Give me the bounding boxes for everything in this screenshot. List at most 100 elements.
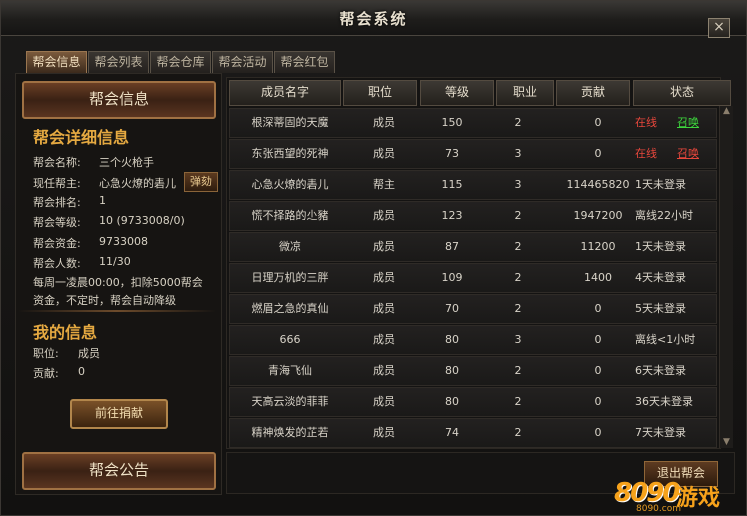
contrib-value: 0 — [78, 365, 85, 378]
tab-1[interactable]: 帮会信息 — [26, 51, 87, 73]
member-name: 东张西望的死神 — [251, 147, 329, 160]
member-status: 5天未登录 — [635, 302, 686, 315]
member-row[interactable]: 666 成员 80 3 0 离线<1小时 — [229, 325, 717, 355]
guild-notice-button[interactable]: 帮会公告 — [22, 452, 216, 490]
column-header-1[interactable]: 成员名字 — [229, 80, 341, 106]
member-level: 87 — [445, 240, 459, 253]
notice-line-2: 资金，不定时，帮会自动降级 — [33, 294, 176, 307]
funds-label: 帮会资金: — [33, 237, 81, 250]
level-value: 10 (9733008/0) — [99, 214, 185, 227]
member-status: 1天未登录 — [635, 178, 686, 191]
member-level: 115 — [441, 178, 463, 191]
member-job: 3 — [514, 147, 522, 160]
member-name: 慌不择路的尐豬 — [251, 209, 329, 222]
member-position: 成员 — [373, 364, 395, 377]
column-header-3[interactable]: 等级 — [420, 80, 494, 106]
member-status: 1天未登录 — [635, 240, 686, 253]
watermark-url: 8090.com — [636, 504, 681, 514]
section-divider — [18, 310, 216, 312]
member-job: 2 — [514, 395, 522, 408]
member-contribution: 114465820 — [566, 178, 630, 191]
member-row[interactable]: 天高云淡的菲菲 成员 80 2 0 36天未登录 — [229, 387, 717, 417]
member-job: 3 — [514, 333, 522, 346]
member-level: 80 — [445, 364, 459, 377]
title-bar[interactable]: 帮会系统 — [1, 1, 746, 36]
close-button[interactable]: × — [708, 18, 730, 38]
table-scrollbar[interactable]: ▲ ▼ — [719, 106, 733, 448]
member-job: 2 — [514, 302, 522, 315]
summon-link[interactable]: 召唤 — [677, 140, 699, 168]
member-row[interactable]: 精神焕发的芷若 成员 74 2 0 7天未登录 — [229, 418, 717, 448]
member-name: 心急火燎的砉儿 — [251, 178, 329, 191]
column-header-5[interactable]: 贡献 — [556, 80, 630, 106]
members-value: 11/30 — [99, 255, 131, 268]
leader-value: 心急火燎的砉儿 — [99, 177, 176, 190]
tab-3[interactable]: 帮会仓库 — [150, 51, 211, 73]
my-info-title: 我的信息 — [33, 323, 98, 342]
guild-info-header: 帮会信息 — [22, 81, 216, 119]
member-contribution: 0 — [594, 426, 602, 439]
member-row[interactable]: 心急火燎的砉儿 帮主 115 3 114465820 1天未登录 — [229, 170, 717, 200]
member-row[interactable]: 燃眉之急的真仙 成员 70 2 0 5天未登录 — [229, 294, 717, 324]
column-header-6[interactable]: 状态 — [633, 80, 731, 106]
scroll-down-icon[interactable]: ▼ — [721, 437, 732, 448]
member-row[interactable]: 微凉 成员 87 2 11200 1天未登录 — [229, 232, 717, 262]
member-job: 2 — [514, 240, 522, 253]
members-label: 帮会人数: — [33, 257, 81, 270]
member-position: 帮主 — [373, 178, 395, 191]
member-job: 2 — [514, 271, 522, 284]
member-contribution: 11200 — [580, 240, 616, 253]
member-name: 精神焕发的芷若 — [251, 426, 329, 439]
level-label: 帮会等级: — [33, 216, 81, 229]
member-position: 成员 — [373, 147, 395, 160]
member-position: 成员 — [373, 116, 395, 129]
watermark-text: 游戏 — [676, 486, 721, 511]
leader-label: 现任帮主: — [33, 177, 81, 190]
member-level: 80 — [445, 395, 459, 408]
member-row[interactable]: 根深蒂固的天魔 成员 150 2 0 在线 召唤 — [229, 108, 717, 138]
member-level: 150 — [441, 116, 463, 129]
member-position: 成员 — [373, 395, 395, 408]
member-contribution: 0 — [594, 333, 602, 346]
member-level: 70 — [445, 302, 459, 315]
member-status: 离线<1小时 — [635, 333, 696, 346]
member-row[interactable]: 青海飞仙 成员 80 2 0 6天未登录 — [229, 356, 717, 386]
member-level: 73 — [445, 147, 459, 160]
member-status: 36天未登录 — [635, 395, 693, 408]
member-status: 4天未登录 — [635, 271, 686, 284]
member-level: 123 — [441, 209, 463, 222]
funds-value: 9733008 — [99, 235, 148, 248]
tab-5[interactable]: 帮会红包 — [274, 51, 335, 73]
member-job: 2 — [514, 426, 522, 439]
member-status: 7天未登录 — [635, 426, 686, 439]
member-position: 成员 — [373, 209, 395, 222]
member-position: 成员 — [373, 333, 395, 346]
member-row[interactable]: 日理万机的三胖 成员 109 2 1400 4天未登录 — [229, 263, 717, 293]
member-job: 2 — [514, 209, 522, 222]
member-position: 成员 — [373, 426, 395, 439]
member-name: 青海飞仙 — [268, 364, 312, 377]
member-status: 6天未登录 — [635, 364, 686, 377]
position-label: 职位: — [33, 347, 59, 360]
impeach-button[interactable]: 弹劾 — [184, 172, 218, 192]
column-header-4[interactable]: 职业 — [496, 80, 554, 106]
member-name: 燃眉之急的真仙 — [251, 302, 329, 315]
member-name: 微凉 — [279, 240, 301, 253]
member-position: 成员 — [373, 302, 395, 315]
member-name: 日理万机的三胖 — [251, 271, 329, 284]
detail-title: 帮会详细信息 — [33, 128, 130, 147]
column-header-2[interactable]: 职位 — [343, 80, 417, 106]
rank-value: 1 — [99, 194, 106, 207]
site-watermark-logo: 8090 游戏 8090.com — [614, 478, 744, 514]
donate-button[interactable]: 前往捐献 — [70, 399, 168, 429]
member-row[interactable]: 慌不择路的尐豬 成员 123 2 1947200 离线22小时 — [229, 201, 717, 231]
member-contribution: 0 — [594, 302, 602, 315]
tab-2[interactable]: 帮会列表 — [88, 51, 149, 73]
window-title: 帮会系统 — [339, 10, 408, 28]
scroll-up-icon[interactable]: ▲ — [721, 106, 732, 117]
member-contribution: 0 — [594, 147, 602, 160]
summon-link[interactable]: 召唤 — [677, 109, 699, 137]
tab-4[interactable]: 帮会活动 — [212, 51, 273, 73]
member-row[interactable]: 东张西望的死神 成员 73 3 0 在线 召唤 — [229, 139, 717, 169]
member-contribution: 0 — [594, 364, 602, 377]
